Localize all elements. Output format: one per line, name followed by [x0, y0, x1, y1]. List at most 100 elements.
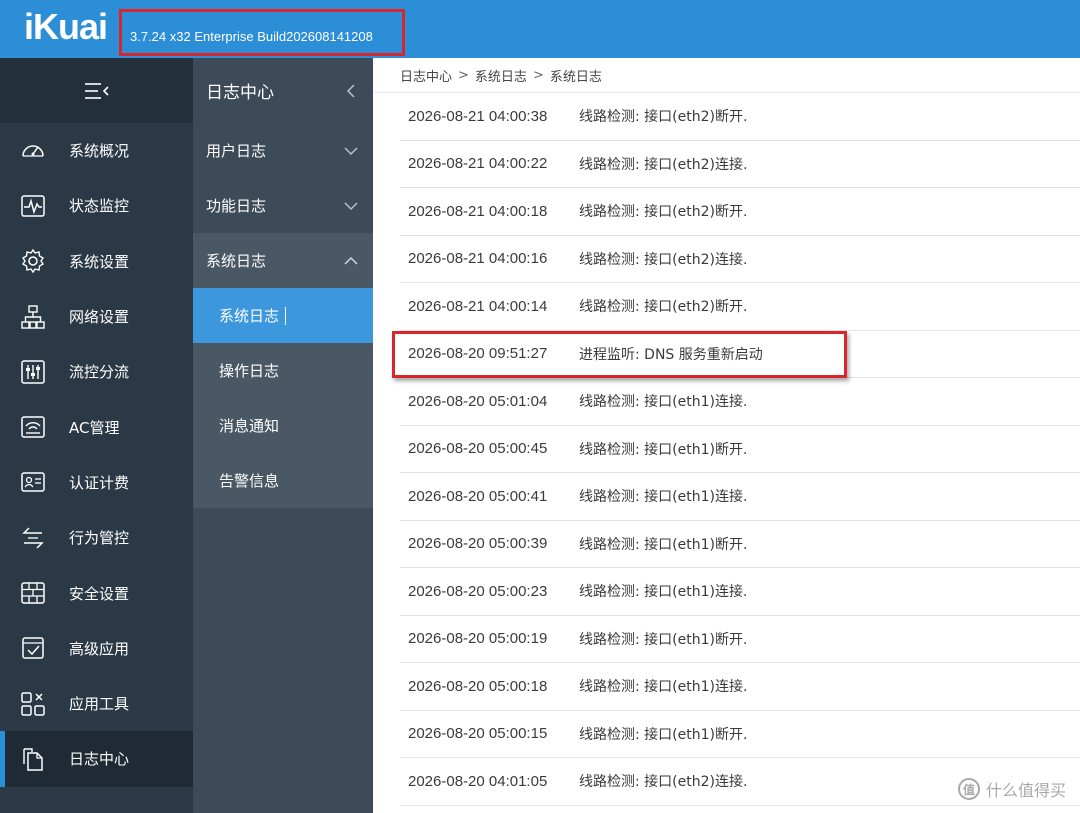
menu-collapse-icon — [84, 82, 109, 99]
sidebar-item-auth[interactable]: 认证计费 — [0, 455, 193, 510]
sidebar-item-label: 安全设置 — [69, 584, 130, 603]
log-message: 线路检测: 接口(eth1)连接. — [579, 584, 748, 601]
log-message: 线路检测: 接口(eth1)断开. — [579, 441, 748, 458]
log-time: 2026-08-20 05:00:45 — [408, 440, 548, 458]
submenu-item-label: 告警信息 — [219, 472, 280, 490]
sidebar-item-label: AC管理 — [69, 418, 120, 437]
breadcrumb-separator: > — [532, 67, 544, 83]
log-message: 线路检测: 接口(eth2)断开. — [579, 299, 748, 316]
log-row: 2026-08-21 04:00:38 线路检测: 接口(eth2)断开. — [400, 93, 1080, 141]
log-message: 线路检测: 接口(eth2)连接. — [579, 251, 748, 268]
network-tree-icon — [19, 303, 47, 331]
log-message: 线路检测: 接口(eth2)断开. — [579, 109, 748, 126]
log-message: 线路检测: 接口(eth1)连接. — [579, 394, 748, 411]
gear-icon — [19, 247, 47, 275]
log-message: 线路检测: 接口(eth1)连接. — [579, 679, 748, 696]
breadcrumb-item-current: 系统日志 — [549, 69, 602, 85]
log-row: 2026-08-21 04:00:14 线路检测: 接口(eth2)断开. — [400, 283, 1080, 331]
watermark-logo-icon: 值 — [957, 778, 980, 800]
submenu-group-label: 系统日志 — [206, 252, 267, 270]
sidebar-item-traffic[interactable]: 流控分流 — [0, 344, 193, 399]
sidebar-item-overview[interactable]: 系统概况 — [0, 123, 193, 178]
swap-arrows-icon — [19, 524, 47, 552]
sidebar-item-advanced[interactable]: 高级应用 — [0, 621, 193, 676]
sidebar-item-label: 行为管控 — [69, 529, 130, 548]
log-message: 线路检测: 接口(eth1)断开. — [579, 726, 748, 743]
log-time: 2026-08-20 05:00:41 — [408, 487, 548, 505]
sidebar-item-label: 应用工具 — [69, 695, 130, 714]
log-time: 2026-08-20 04:01:05 — [408, 772, 548, 790]
documents-icon — [19, 745, 47, 773]
log-row: 2026-08-21 04:00:18 线路检测: 接口(eth2)断开. — [400, 188, 1080, 236]
log-time: 2026-08-20 05:01:04 — [408, 392, 548, 410]
breadcrumb-separator: > — [458, 67, 469, 83]
submenu-group-label: 用户日志 — [206, 142, 267, 160]
dns-restart-highlight-box — [392, 331, 847, 378]
submenu-group-function-log[interactable]: 功能日志 — [193, 178, 373, 233]
checklist-icon — [19, 634, 47, 662]
watermark: 值 什么值得买 — [957, 777, 1066, 801]
submenu-group-user-log[interactable]: 用户日志 — [193, 123, 373, 178]
log-time: 2026-08-21 04:00:16 — [408, 250, 548, 268]
ikuai-logo[interactable]: iKuai — [24, 7, 108, 47]
text-cursor — [285, 306, 287, 325]
gauge-icon — [19, 137, 47, 165]
sidebar-item-logs[interactable]: 日志中心 — [0, 731, 193, 787]
sliders-icon — [19, 358, 47, 386]
log-time: 2026-08-20 05:00:39 — [408, 535, 548, 553]
log-message: 线路检测: 接口(eth2)连接. — [579, 774, 748, 791]
sidebar-item-behavior[interactable]: 行为管控 — [0, 510, 193, 565]
log-message: 线路检测: 接口(eth1)断开. — [579, 536, 748, 553]
log-message: 线路检测: 接口(eth1)连接. — [579, 489, 748, 506]
log-row: 2026-08-20 05:00:39 线路检测: 接口(eth1)断开. — [400, 521, 1080, 568]
watermark-text: 什么值得买 — [985, 781, 1066, 800]
log-time: 2026-08-20 05:00:23 — [408, 582, 548, 600]
submenu-item-alerts[interactable]: 告警信息 — [193, 453, 373, 508]
submenu-item-label: 消息通知 — [219, 417, 280, 435]
sidebar-item-tools[interactable]: 应用工具 — [0, 676, 193, 731]
sidebar-item-monitor[interactable]: 状态监控 — [0, 178, 193, 233]
log-message: 线路检测: 接口(eth1)断开. — [579, 631, 748, 648]
log-row: 2026-08-20 05:00:45 线路检测: 接口(eth1)断开. — [400, 426, 1080, 473]
sidebar-item-label: 流控分流 — [69, 363, 130, 382]
version-highlight-box — [119, 9, 405, 56]
sidebar-item-ac[interactable]: AC管理 — [0, 399, 193, 454]
sidebar-collapse-button[interactable] — [0, 58, 193, 123]
log-row: 2026-08-20 05:01:04 线路检测: 接口(eth1)连接. — [400, 378, 1080, 426]
sidebar-item-system-settings[interactable]: 系统设置 — [0, 234, 193, 289]
chevron-left-icon[interactable] — [345, 83, 357, 99]
log-center-submenu: 日志中心 用户日志 功能日志 系统日志 系统日志 操作日志 消息通知 告警信息 — [193, 58, 373, 813]
breadcrumb-item[interactable]: 系统日志 — [475, 66, 527, 85]
sidebar-item-network[interactable]: 网络设置 — [0, 289, 193, 344]
submenu-header[interactable]: 日志中心 — [193, 58, 373, 123]
system-log-list: 2026-08-21 04:00:38 线路检测: 接口(eth2)断开. 202… — [400, 93, 1080, 806]
main-sidebar: 系统概况 状态监控 系统设置 网络设置 流控分流 AC管理 认证计费 行为管控 … — [0, 58, 193, 813]
submenu-title: 日志中心 — [206, 83, 274, 103]
submenu-children: 系统日志 操作日志 消息通知 告警信息 — [193, 288, 373, 508]
log-time: 2026-08-20 05:00:18 — [408, 677, 548, 695]
log-row: 2026-08-20 05:00:15 线路检测: 接口(eth1)断开. — [400, 711, 1080, 758]
sidebar-item-label: 系统概况 — [69, 142, 130, 161]
log-time: 2026-08-21 04:00:38 — [408, 107, 548, 125]
main-content: 日志中心 > 系统日志 > 系统日志 2026-08-21 04:00:38 线路… — [373, 58, 1080, 813]
submenu-item-label: 操作日志 — [219, 362, 280, 380]
sidebar-item-label: 日志中心 — [69, 750, 130, 769]
sidebar-item-security[interactable]: 安全设置 — [0, 565, 193, 620]
firewall-icon — [19, 579, 47, 607]
log-row: 2026-08-20 05:00:18 线路检测: 接口(eth1)连接. — [400, 663, 1080, 711]
submenu-item-operation-log[interactable]: 操作日志 — [193, 343, 373, 398]
submenu-group-label: 功能日志 — [206, 197, 267, 215]
submenu-group-system-log[interactable]: 系统日志 — [193, 233, 373, 288]
log-row: 2026-08-20 05:00:41 线路检测: 接口(eth1)连接. — [400, 473, 1080, 521]
log-time: 2026-08-21 04:00:18 — [408, 202, 548, 220]
chevron-down-icon — [344, 146, 358, 155]
submenu-item-system-log[interactable]: 系统日志 — [193, 288, 373, 343]
submenu-item-label: 系统日志 — [219, 307, 280, 325]
log-time: 2026-08-20 05:00:15 — [408, 725, 548, 743]
sidebar-item-label: 高级应用 — [69, 639, 130, 658]
submenu-item-notifications[interactable]: 消息通知 — [193, 398, 373, 453]
log-message: 线路检测: 接口(eth2)断开. — [579, 204, 748, 221]
sidebar-item-label: 认证计费 — [69, 473, 130, 492]
breadcrumb-item[interactable]: 日志中心 — [400, 66, 452, 85]
chevron-down-icon — [344, 201, 358, 210]
